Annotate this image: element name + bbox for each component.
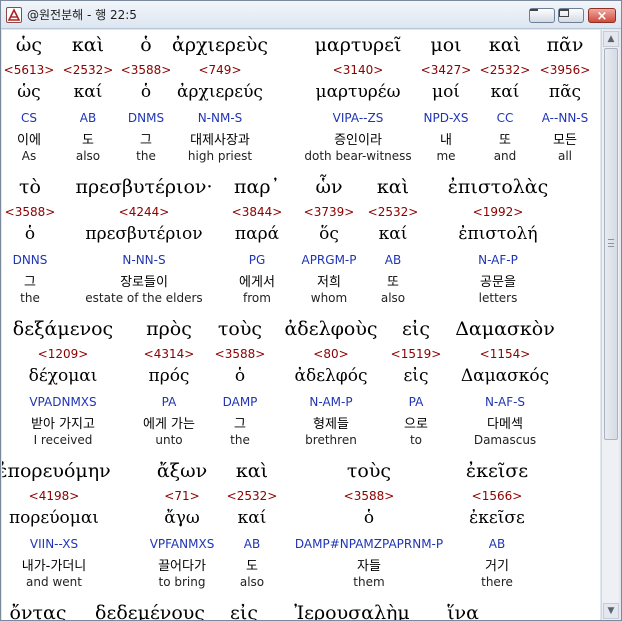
lemma-word: ἐκεῖσε (469, 508, 525, 528)
parse-code: N-AF-S (484, 395, 526, 409)
interlinear-text-area[interactable]: ὡς <5613> ὡς CS 이에 As καὶ <2532> καί AB 도 also ὁ <358… (2, 30, 600, 620)
arrow-up-icon: ▲ (607, 34, 615, 44)
lemma-word: πᾶς (548, 82, 582, 102)
korean-gloss: 다메섹 (487, 417, 523, 432)
parse-code: A--NN-S (541, 111, 589, 125)
parse-code: N-AF-P (478, 253, 518, 267)
strong-number: <3956> (539, 63, 591, 77)
close-button[interactable]: × (588, 8, 616, 24)
window-title: @원전분해 - 행 22:5 (27, 8, 137, 22)
greek-word[interactable]: πᾶν (475, 34, 600, 56)
parse-code: AB (488, 537, 506, 551)
scroll-down-button[interactable]: ▼ (603, 603, 619, 619)
scrollbar-thumb[interactable] (604, 48, 618, 440)
title-bar[interactable]: @원전분해 - 행 22:5 × (1, 1, 621, 29)
maximize-icon (559, 9, 569, 17)
korean-gloss: 모든 (553, 133, 577, 148)
greek-word[interactable]: Δαμασκὸν (415, 318, 595, 340)
app-icon[interactable] (6, 7, 22, 23)
lemma-word: ἐπιστολή (458, 224, 538, 244)
strong-number: <1992> (472, 205, 524, 219)
maximize-button[interactable] (558, 8, 584, 23)
english-gloss: there (481, 575, 513, 589)
minimize-button[interactable] (529, 8, 555, 23)
arrow-down-icon: ▼ (607, 606, 615, 616)
english-gloss: letters (478, 291, 518, 305)
strong-number: <1154> (479, 347, 531, 361)
scroll-up-button[interactable]: ▲ (603, 31, 619, 47)
greek-word[interactable]: ἐκεῖσε (407, 460, 587, 482)
greek-word[interactable]: ἵνα (373, 602, 553, 620)
korean-gloss: 거기 (485, 559, 509, 574)
minimize-icon (530, 9, 538, 11)
greek-word[interactable]: ἐπιστολὰς (408, 176, 588, 198)
app-window: @원전분해 - 행 22:5 × ὡς <5613> ὡς CS 이에 As καὶ <253… (0, 0, 622, 621)
grip-icon (608, 239, 614, 247)
vertical-scrollbar[interactable]: ▲ ▼ (601, 30, 619, 620)
close-icon: × (596, 9, 608, 24)
lemma-word: Δαμασκός (460, 366, 550, 386)
korean-gloss: 공문을 (480, 275, 516, 290)
english-gloss: Damascus (473, 433, 537, 447)
strong-number: <1566> (471, 489, 523, 503)
english-gloss: all (557, 149, 573, 163)
